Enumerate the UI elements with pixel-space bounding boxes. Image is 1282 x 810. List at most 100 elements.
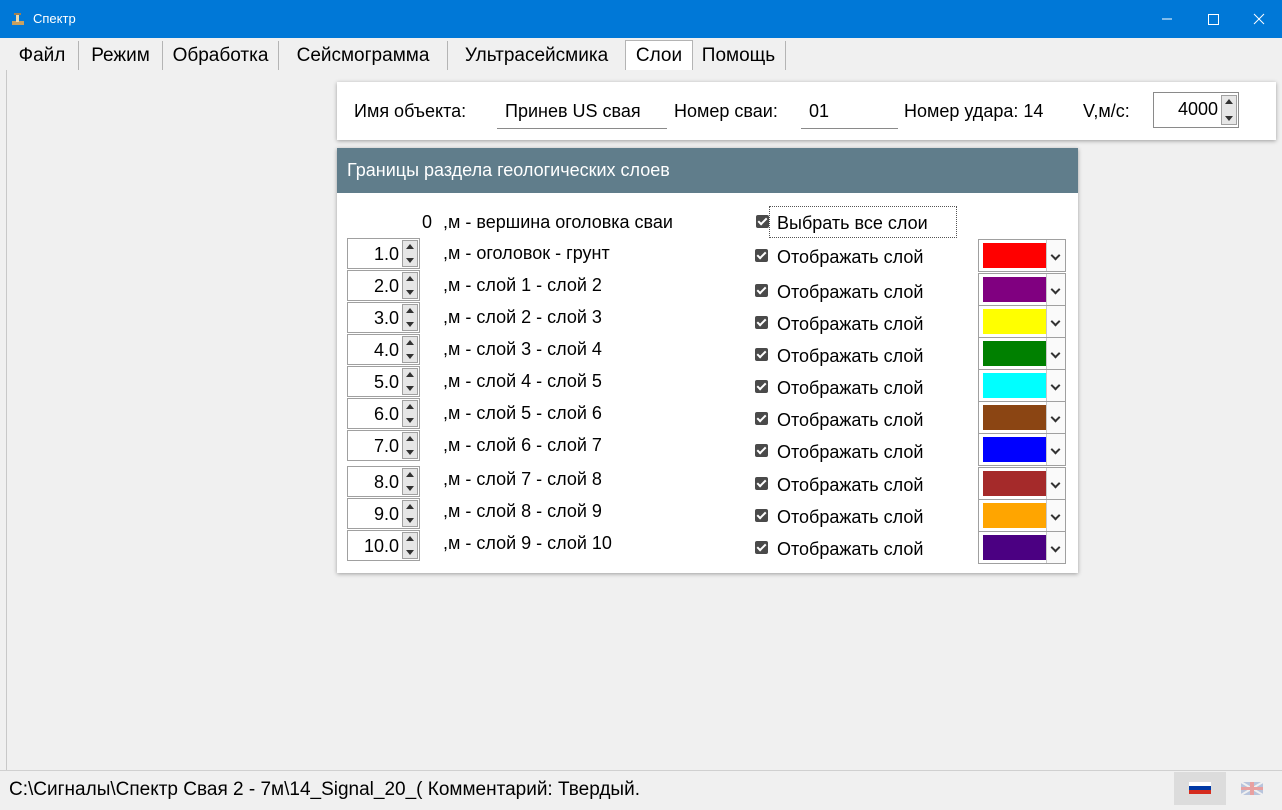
pile-number-input[interactable]: 01: [809, 101, 829, 122]
color-swatch-9: [983, 503, 1046, 528]
depth-spinbox-4[interactable]: 4.0: [347, 334, 420, 365]
language-english-button[interactable]: [1227, 772, 1279, 805]
color-swatch-4: [983, 341, 1046, 366]
show-layer-label-1[interactable]: Отображать слой: [777, 247, 923, 268]
app-icon: [12, 13, 24, 25]
close-button[interactable]: [1236, 0, 1282, 38]
pile-number-label: Номер сваи:: [674, 101, 778, 121]
menu-seismogram[interactable]: Сейсмограмма: [279, 41, 448, 70]
menu-file[interactable]: Файл: [6, 41, 79, 70]
show-layer-label-10[interactable]: Отображать слой: [777, 539, 923, 560]
show-layer-checkbox-4[interactable]: [755, 348, 768, 361]
velocity-spinbox[interactable]: 4000: [1153, 92, 1239, 128]
depth-spinbox-1[interactable]: 1.0: [347, 238, 420, 269]
select-all-checkbox[interactable]: [756, 215, 769, 228]
chevron-down-icon[interactable]: [1046, 402, 1065, 433]
velocity-spin-icon[interactable]: [1221, 95, 1237, 125]
chevron-down-icon[interactable]: [1046, 306, 1065, 337]
language-russian-button[interactable]: [1174, 772, 1226, 805]
chevron-down-icon[interactable]: [1046, 338, 1065, 369]
boundary-label-2: ,м - слой 1 - слой 2: [443, 275, 602, 295]
color-picker-1[interactable]: [978, 239, 1066, 272]
menu-processing[interactable]: Обработка: [163, 41, 279, 70]
spin-icon[interactable]: [402, 336, 418, 363]
color-picker-2[interactable]: [978, 273, 1066, 306]
spin-icon[interactable]: [402, 240, 418, 267]
minimize-button[interactable]: [1144, 0, 1190, 38]
show-layer-label-5[interactable]: Отображать слой: [777, 378, 923, 399]
show-layer-label-3[interactable]: Отображать слой: [777, 314, 923, 335]
color-swatch-8: [983, 471, 1046, 496]
show-layer-label-2[interactable]: Отображать слой: [777, 282, 923, 303]
menu-ultraseismic[interactable]: Ультрасейсмика: [448, 41, 626, 70]
show-layer-checkbox-2[interactable]: [755, 284, 768, 297]
depth-spinbox-6[interactable]: 6.0: [347, 398, 420, 429]
layers-panel-title: Границы раздела геологических слоев: [347, 160, 670, 180]
show-layer-checkbox-10[interactable]: [755, 541, 768, 554]
show-layer-label-9[interactable]: Отображать слой: [777, 507, 923, 528]
depth-spinbox-5[interactable]: 5.0: [347, 366, 420, 397]
select-all-label[interactable]: Выбрать все слои: [777, 213, 928, 234]
color-picker-3[interactable]: [978, 305, 1066, 338]
color-swatch-10: [983, 535, 1046, 560]
show-layer-checkbox-3[interactable]: [755, 316, 768, 329]
english-flag-icon: [1240, 781, 1264, 796]
depth-spinbox-3[interactable]: 3.0: [347, 302, 420, 333]
color-picker-6[interactable]: [978, 401, 1066, 434]
status-text: C:\Сигналы\Спектр Свая 2 - 7м\14_Signal_…: [9, 779, 640, 800]
depth-spinbox-10[interactable]: 10.0: [347, 530, 420, 561]
chevron-down-icon[interactable]: [1046, 240, 1065, 271]
show-layer-checkbox-5[interactable]: [755, 380, 768, 393]
color-picker-4[interactable]: [978, 337, 1066, 370]
show-layer-checkbox-7[interactable]: [755, 444, 768, 457]
chevron-down-icon[interactable]: [1046, 532, 1065, 563]
chevron-down-icon[interactable]: [1046, 274, 1065, 305]
layers-panel-header: Границы раздела геологических слоев: [337, 148, 1078, 193]
depth-spinbox-8[interactable]: 8.0: [347, 466, 420, 497]
boundary-label-9: ,м - слой 8 - слой 9: [443, 501, 602, 521]
boundary-label-1: ,м - оголовок - грунт: [443, 243, 610, 263]
color-picker-10[interactable]: [978, 531, 1066, 564]
spin-icon[interactable]: [402, 368, 418, 395]
color-picker-9[interactable]: [978, 499, 1066, 532]
spin-icon[interactable]: [402, 304, 418, 331]
hit-number-label: Номер удара: 14: [904, 101, 1044, 121]
chevron-down-icon[interactable]: [1046, 500, 1065, 531]
chevron-down-icon[interactable]: [1046, 468, 1065, 499]
menu-mode[interactable]: Режим: [79, 41, 163, 70]
status-bar: C:\Сигналы\Спектр Свая 2 - 7м\14_Signal_…: [0, 770, 1282, 806]
top-depth-label: ,м - вершина оголовка сваи: [443, 212, 673, 232]
russian-flag-icon: [1189, 782, 1211, 794]
show-layer-checkbox-6[interactable]: [755, 412, 768, 425]
spin-icon[interactable]: [402, 272, 418, 299]
object-info-panel: [337, 82, 1276, 140]
depth-spinbox-7[interactable]: 7.0: [347, 430, 420, 461]
boundary-label-3: ,м - слой 2 - слой 3: [443, 307, 602, 327]
spin-icon[interactable]: [402, 500, 418, 527]
show-layer-label-4[interactable]: Отображать слой: [777, 346, 923, 367]
maximize-button[interactable]: [1190, 0, 1236, 38]
object-name-input[interactable]: Принев US свая: [497, 96, 667, 128]
depth-spinbox-9[interactable]: 9.0: [347, 498, 420, 529]
show-layer-checkbox-9[interactable]: [755, 509, 768, 522]
chevron-down-icon[interactable]: [1046, 370, 1065, 401]
spin-icon[interactable]: [402, 532, 418, 559]
show-layer-checkbox-8[interactable]: [755, 477, 768, 490]
show-layer-label-7[interactable]: Отображать слой: [777, 442, 923, 463]
depth-spinbox-2[interactable]: 2.0: [347, 270, 420, 301]
spin-icon[interactable]: [402, 400, 418, 427]
color-picker-7[interactable]: [978, 433, 1066, 466]
menu-help[interactable]: Помощь: [692, 41, 786, 70]
color-picker-5[interactable]: [978, 369, 1066, 402]
spin-icon[interactable]: [402, 432, 418, 459]
boundary-label-10: ,м - слой 9 - слой 10: [443, 533, 612, 553]
chevron-down-icon[interactable]: [1046, 434, 1065, 465]
show-layer-label-6[interactable]: Отображать слой: [777, 410, 923, 431]
menu-layers[interactable]: Слои: [625, 40, 693, 71]
boundary-label-6: ,м - слой 5 - слой 6: [443, 403, 602, 423]
show-layer-label-8[interactable]: Отображать слой: [777, 475, 923, 496]
object-name-label: Имя объекта:: [354, 101, 467, 121]
show-layer-checkbox-1[interactable]: [755, 249, 768, 262]
spin-icon[interactable]: [402, 468, 418, 495]
color-picker-8[interactable]: [978, 467, 1066, 500]
